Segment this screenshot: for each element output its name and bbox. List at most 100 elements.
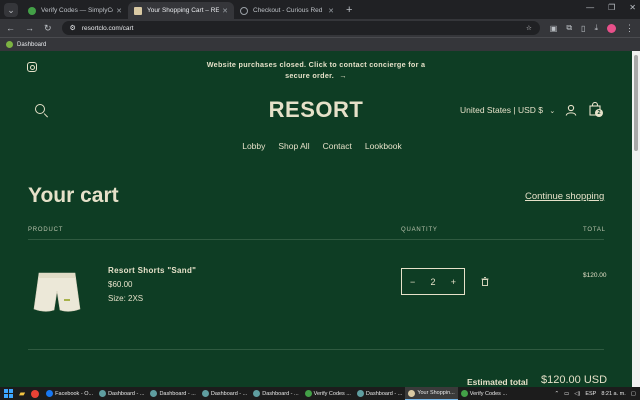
header-quantity: QUANTITY: [401, 227, 438, 233]
url-text: resortclo.com/cart: [81, 24, 134, 32]
trash-icon[interactable]: [481, 277, 489, 286]
bookmark-dashboard[interactable]: Dashboard: [17, 42, 46, 48]
nav-lookbook[interactable]: Lookbook: [365, 141, 402, 151]
windows-taskbar: ▰ Facebook - O... Dashboard - ... Dashboar…: [0, 387, 640, 400]
main-nav: Lobby Shop All Contact Lookbook: [0, 141, 632, 151]
cart-page: Website purchases closed. Click to conta…: [0, 51, 632, 387]
tab-close-icon[interactable]: ✕: [328, 7, 334, 15]
tab-title: Verify Codes — SimplyCodes: [41, 7, 113, 14]
quantity-input[interactable]: 2: [430, 277, 435, 287]
profile-avatar[interactable]: [607, 23, 616, 33]
window-app-icon: [304, 390, 312, 397]
tab-title: Your Shopping Cart – RESORT: [147, 7, 220, 14]
browser-tab[interactable]: Checkout - Curious Red ✕: [234, 2, 340, 19]
dashboard-bookmark-icon: [6, 41, 13, 48]
product-image[interactable]: [31, 269, 83, 317]
taskbar-window-button[interactable]: Dashboard - ...: [147, 387, 198, 400]
taskbar-window-label: Dashboard - ...: [365, 390, 403, 397]
minus-icon[interactable]: −: [410, 277, 415, 287]
resort-favicon-icon: [134, 6, 142, 15]
page-title: Your cart: [28, 184, 119, 207]
announcement-bar[interactable]: Website purchases closed. Click to conta…: [196, 59, 436, 81]
tab-search-icon[interactable]: ⌄: [4, 3, 18, 17]
nav-shop-all[interactable]: Shop All: [278, 141, 309, 151]
taskbar-window-button[interactable]: Dashboard - ...: [96, 387, 147, 400]
windows-start-icon[interactable]: [4, 389, 13, 398]
browser-tab-strip: ⌄ Verify Codes — SimplyCodes ✕ Your Shop…: [0, 0, 640, 19]
plus-icon[interactable]: +: [451, 277, 456, 287]
simplycodes-favicon-icon: [28, 6, 36, 15]
account-icon[interactable]: [565, 104, 577, 116]
taskbar-window-button[interactable]: Dashboard - ...: [354, 387, 405, 400]
restore-icon[interactable]: ❐: [608, 3, 615, 12]
taskbar-window-label: Dashboard - ...: [108, 390, 145, 397]
taskbar-window-label: Dashboard - ...: [262, 390, 299, 397]
continue-shopping-link[interactable]: Continue shopping: [525, 191, 604, 202]
bookmark-star-icon[interactable]: ☆: [526, 24, 532, 32]
taskbar-window-button[interactable]: Dashboard - ...: [250, 387, 301, 400]
window-app-icon: [201, 390, 209, 397]
announcement-text: Website purchases closed. Click to conta…: [206, 60, 426, 80]
volume-icon[interactable]: ◁): [574, 391, 580, 397]
chrome-icon[interactable]: [31, 389, 40, 398]
taskbar-window-button[interactable]: Your Shoppin...: [405, 387, 458, 400]
taskbar-window-label: Verify Codes ...: [313, 390, 351, 397]
extensions-puzzle-icon[interactable]: ⧉: [566, 23, 572, 33]
scrollbar-thumb[interactable]: [634, 55, 638, 151]
taskbar-window-label: Your Shoppin...: [417, 390, 455, 396]
quantity-stepper: − 2 +: [401, 268, 465, 295]
taskbar-window-button[interactable]: Dashboard - ...: [199, 387, 250, 400]
product-name[interactable]: Resort Shorts "Sand": [108, 266, 196, 275]
address-bar[interactable]: ⚙ resortclo.com/cart ☆: [61, 21, 540, 35]
nav-contact[interactable]: Contact: [323, 141, 352, 151]
back-icon[interactable]: ←: [6, 23, 15, 33]
forward-icon[interactable]: →: [25, 23, 34, 33]
estimated-total-value: $120.00 USD: [541, 374, 608, 386]
extension-icon[interactable]: ▣: [550, 24, 558, 33]
taskbar-window-button[interactable]: Verify Codes ...: [458, 387, 510, 400]
taskbar-window-button[interactable]: Facebook - O...: [43, 387, 96, 400]
new-tab-icon[interactable]: +: [346, 4, 352, 16]
side-panel-icon[interactable]: ▯: [581, 24, 585, 33]
system-tray: ⌃ ▭ ◁) ESP 8:21 a. m. ▢: [554, 391, 640, 397]
reload-icon[interactable]: ↻: [44, 23, 52, 34]
instagram-icon[interactable]: [27, 62, 37, 72]
country-selector[interactable]: United States | USD $ ⌄: [460, 105, 555, 115]
header-product: PRODUCT: [28, 227, 64, 233]
menu-kebab-icon[interactable]: ⋮: [625, 23, 634, 34]
bookmarks-bar: Dashboard: [0, 37, 640, 51]
tab-title: Checkout - Curious Red: [253, 7, 323, 14]
taskbar-window-label: Facebook - O...: [55, 390, 94, 397]
search-icon[interactable]: [35, 104, 45, 114]
product-price: $60.00: [108, 280, 133, 289]
window-app-icon: [253, 390, 261, 397]
estimated-total-label: Estimated total: [467, 377, 528, 387]
clock[interactable]: 8:21 a. m.: [601, 391, 625, 397]
country-value: United States | USD $: [460, 105, 543, 115]
notifications-icon[interactable]: ▢: [631, 391, 636, 397]
browser-tab-active[interactable]: Your Shopping Cart – RESORT ✕: [128, 2, 234, 19]
nav-lobby[interactable]: Lobby: [242, 141, 265, 151]
network-icon[interactable]: ▭: [564, 391, 569, 397]
tab-close-icon[interactable]: ✕: [116, 7, 122, 15]
taskbar-window-label: Dashboard - ...: [159, 390, 196, 397]
file-explorer-icon[interactable]: ▰: [19, 389, 25, 398]
minimize-icon[interactable]: —: [586, 3, 594, 12]
taskbar-window-button[interactable]: Verify Codes ...: [302, 387, 354, 400]
browser-tab[interactable]: Verify Codes — SimplyCodes ✕: [22, 2, 128, 19]
language-indicator[interactable]: ESP: [585, 391, 596, 397]
download-icon[interactable]: ⤓: [594, 23, 598, 33]
tray-chevron-icon[interactable]: ⌃: [554, 391, 559, 397]
site-logo[interactable]: RESORT: [260, 97, 372, 123]
browser-toolbar: ← → ↻ ⚙ resortclo.com/cart ☆ ▣ ⧉ ▯ ⤓ ⋮: [0, 19, 640, 37]
window-app-icon: [150, 390, 158, 397]
page-scrollbar[interactable]: [632, 51, 640, 387]
items-divider: [28, 349, 604, 350]
site-info-icon[interactable]: ⚙: [70, 24, 76, 32]
header-total: TOTAL: [583, 227, 606, 233]
taskbar-window-label: Dashboard - ...: [210, 390, 248, 397]
window-controls: — ❐ ✕: [586, 3, 636, 12]
tab-close-icon[interactable]: ✕: [222, 7, 228, 15]
window-close-icon[interactable]: ✕: [629, 3, 636, 12]
arrow-right-icon: →: [339, 71, 347, 80]
